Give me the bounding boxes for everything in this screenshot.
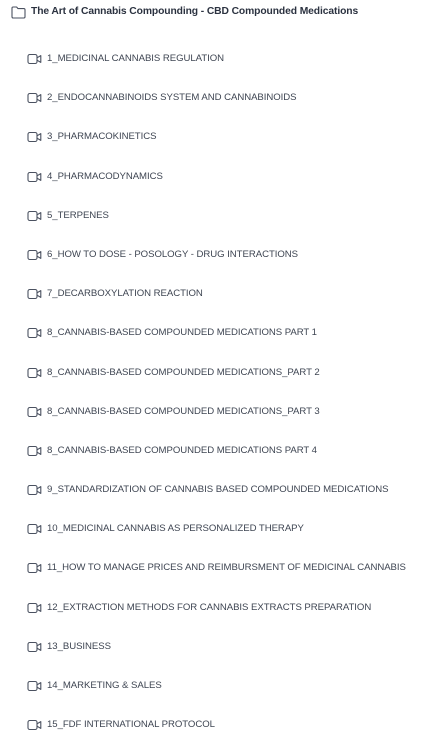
lesson-list: 1_MEDICINAL CANNABIS REGULATION 2_ENDOCA… xyxy=(0,40,427,745)
video-icon xyxy=(27,289,42,300)
lesson-item[interactable]: 13_BUSINESS xyxy=(0,628,427,667)
lesson-item[interactable]: 9_STANDARDIZATION OF CANNABIS BASED COMP… xyxy=(0,471,427,510)
lesson-item[interactable]: 4_PHARMACODYNAMICS xyxy=(0,158,427,197)
lesson-item[interactable]: 2_ENDOCANNABINOIDS SYSTEM AND CANNABINOI… xyxy=(0,79,427,118)
video-icon xyxy=(27,563,42,574)
lesson-item[interactable]: 7_DECARBOXYLATION REACTION xyxy=(0,275,427,314)
lesson-label: 4_PHARMACODYNAMICS xyxy=(47,170,163,182)
video-icon xyxy=(27,485,42,496)
lesson-label: 10_MEDICINAL CANNABIS AS PERSONALIZED TH… xyxy=(47,523,304,535)
lesson-label: 8_CANNABIS-BASED COMPOUNDED MEDICATIONS_… xyxy=(47,405,320,417)
video-icon xyxy=(27,602,42,613)
lesson-label: 8_CANNABIS-BASED COMPOUNDED MEDICATIONS … xyxy=(47,327,317,339)
lesson-item[interactable]: 5_TERPENES xyxy=(0,197,427,236)
lesson-item[interactable]: 14_MARKETING & SALES xyxy=(0,667,427,706)
lesson-label: 7_DECARBOXYLATION REACTION xyxy=(47,288,203,300)
video-icon xyxy=(27,53,42,65)
lesson-label: 8_CANNABIS-BASED COMPOUNDED MEDICATIONS … xyxy=(47,444,317,456)
video-icon xyxy=(27,406,42,417)
lesson-label: 13_BUSINESS xyxy=(47,640,111,652)
video-icon xyxy=(27,720,42,731)
folder-icon xyxy=(11,6,26,19)
lesson-item[interactable]: 8_CANNABIS-BASED COMPOUNDED MEDICATIONS_… xyxy=(0,393,427,432)
lesson-label: 6_HOW TO DOSE - POSOLOGY - DRUG INTERACT… xyxy=(47,248,299,260)
video-icon xyxy=(27,93,42,104)
lesson-item[interactable]: 12_EXTRACTION METHODS FOR CANNABIS EXTRA… xyxy=(0,589,427,628)
video-icon xyxy=(27,367,42,378)
lesson-item[interactable]: 15_FDF INTERNATIONAL PROTOCOL xyxy=(0,706,427,745)
video-icon xyxy=(27,132,42,143)
lesson-label: 11_HOW TO MANAGE PRICES AND REIMBURSMENT… xyxy=(47,562,406,574)
video-icon xyxy=(27,171,42,182)
lesson-item[interactable]: 11_HOW TO MANAGE PRICES AND REIMBURSMENT… xyxy=(0,549,427,588)
lesson-label: 15_FDF INTERNATIONAL PROTOCOL xyxy=(47,719,215,731)
course-folder-header[interactable]: The Art of Cannabis Compounding - CBD Co… xyxy=(0,0,427,26)
lesson-label: 1_MEDICINAL CANNABIS REGULATION xyxy=(47,53,225,64)
lesson-item[interactable]: 6_HOW TO DOSE - POSOLOGY - DRUG INTERACT… xyxy=(0,236,427,275)
lesson-item[interactable]: 3_PHARMACOKINETICS xyxy=(0,118,427,157)
lesson-label: 8_CANNABIS-BASED COMPOUNDED MEDICATIONS_… xyxy=(47,366,320,378)
lesson-item[interactable]: 1_MEDICINAL CANNABIS REGULATION xyxy=(0,40,427,79)
video-icon xyxy=(27,210,42,221)
lesson-item[interactable]: 8_CANNABIS-BASED COMPOUNDED MEDICATIONS_… xyxy=(0,354,427,393)
video-icon xyxy=(27,445,42,456)
video-icon xyxy=(27,249,42,260)
lesson-label: 12_EXTRACTION METHODS FOR CANNABIS EXTRA… xyxy=(47,601,372,613)
video-icon xyxy=(27,680,42,692)
video-icon xyxy=(27,524,42,535)
lesson-label: 9_STANDARDIZATION OF CANNABIS BASED COMP… xyxy=(47,484,389,496)
lesson-item[interactable]: 8_CANNABIS-BASED COMPOUNDED MEDICATIONS … xyxy=(0,432,427,471)
video-icon xyxy=(27,641,42,652)
course-title: The Art of Cannabis Compounding - CBD Co… xyxy=(31,6,359,17)
lesson-label: 5_TERPENES xyxy=(47,209,109,221)
lesson-label: 3_PHARMACOKINETICS xyxy=(47,131,157,143)
lesson-label: 2_ENDOCANNABINOIDS SYSTEM AND CANNABINOI… xyxy=(47,92,297,104)
lesson-item[interactable]: 8_CANNABIS-BASED COMPOUNDED MEDICATIONS … xyxy=(0,314,427,353)
lesson-label: 14_MARKETING & SALES xyxy=(47,680,162,691)
lesson-item[interactable]: 10_MEDICINAL CANNABIS AS PERSONALIZED TH… xyxy=(0,510,427,549)
video-icon xyxy=(27,328,42,339)
